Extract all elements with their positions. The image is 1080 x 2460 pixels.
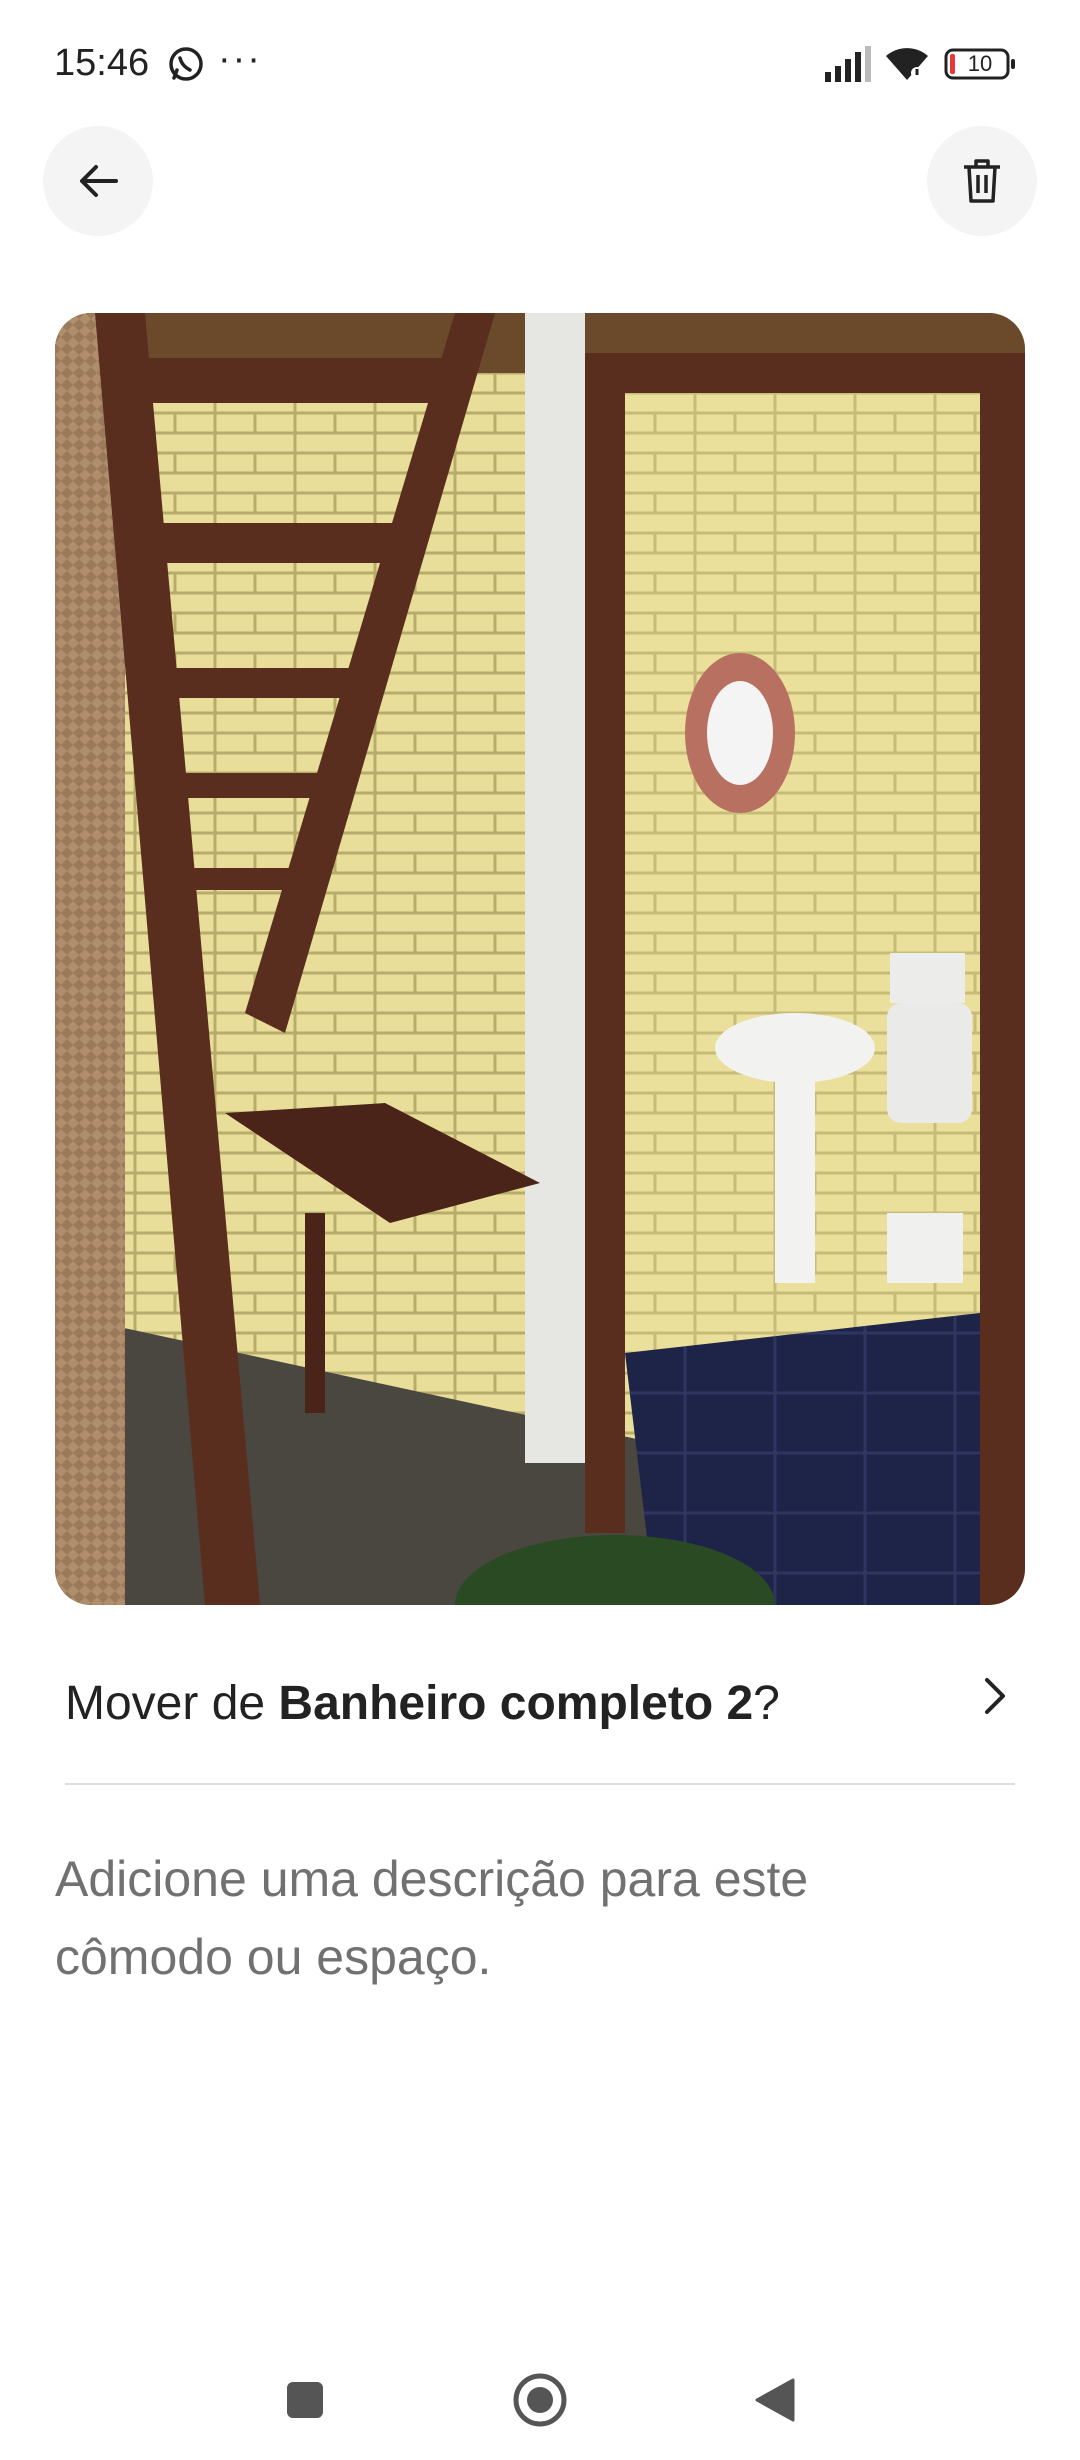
signal-icon: [825, 46, 871, 82]
description-input[interactable]: Adicione uma descrição para este cômodo …: [55, 1840, 935, 1996]
nav-back-button[interactable]: [745, 2370, 805, 2430]
back-button[interactable]: [43, 126, 153, 236]
back-triangle-icon: [755, 2378, 795, 2422]
battery-level: 10: [967, 51, 993, 76]
wifi-icon: [886, 48, 928, 80]
arrow-left-icon: [80, 165, 118, 197]
move-room-text: Mover de Banheiro completo 2?: [65, 1676, 780, 1731]
move-prefix: Mover de: [65, 1677, 279, 1730]
chevron-right-icon: [985, 1678, 1005, 1714]
home-circle-icon: [513, 2373, 567, 2427]
recents-square-icon: [287, 2382, 323, 2418]
move-suffix: ?: [753, 1677, 780, 1730]
divider: [65, 1783, 1015, 1785]
move-room-row[interactable]: Mover de Banheiro completo 2?: [65, 1640, 1015, 1740]
status-time: 15:46: [54, 42, 150, 84]
whatsapp-icon: [169, 47, 203, 81]
more-notifications-icon: ···: [218, 38, 262, 80]
recents-button[interactable]: [275, 2370, 335, 2430]
bathroom-photo[interactable]: [55, 313, 1025, 1605]
home-button[interactable]: [510, 2370, 570, 2430]
delete-button[interactable]: [927, 126, 1037, 236]
room-name: Banheiro completo 2: [278, 1677, 754, 1730]
status-bar: 15:46 ··· 10: [0, 0, 1080, 120]
trash-icon: [964, 159, 1000, 203]
